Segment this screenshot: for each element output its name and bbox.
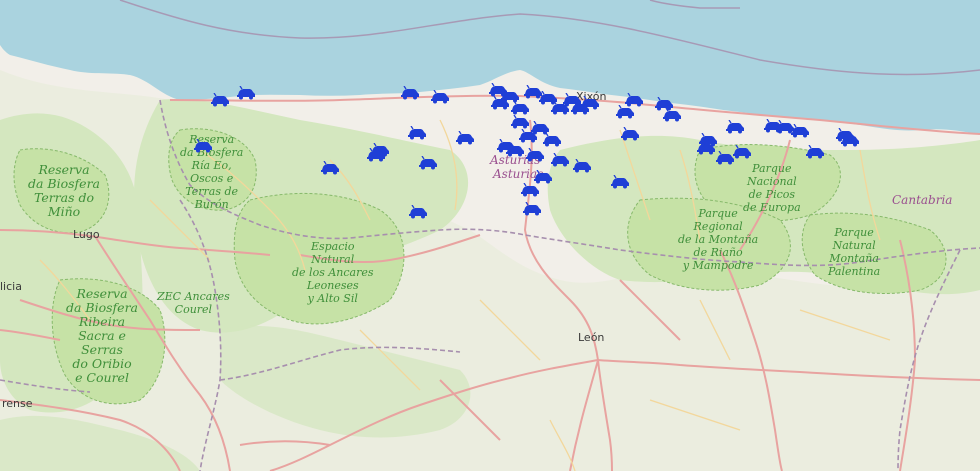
car-marker-icon[interactable] (319, 161, 341, 175)
car-marker-icon[interactable] (571, 159, 593, 173)
car-marker-icon[interactable] (697, 133, 719, 147)
car-marker-icon[interactable] (509, 101, 531, 115)
car-marker-icon[interactable] (614, 105, 636, 119)
car-marker-icon[interactable] (834, 128, 856, 142)
car-marker-icon[interactable] (407, 205, 429, 219)
car-marker-icon[interactable] (489, 96, 511, 110)
car-marker-icon[interactable] (532, 170, 554, 184)
city-leon-label: León (578, 331, 605, 344)
car-marker-icon[interactable] (399, 86, 421, 100)
car-marker-icon[interactable] (724, 120, 746, 134)
city-lugo-label: Lugo (73, 228, 100, 241)
car-marker-icon[interactable] (406, 126, 428, 140)
city-ourense-label: rense (2, 397, 33, 410)
car-marker-icon[interactable] (549, 101, 571, 115)
car-marker-icon[interactable] (209, 93, 231, 107)
map-canvas[interactable]: Reserva da Biosfera Terras do Miño Reser… (0, 0, 980, 471)
car-marker-icon[interactable] (519, 183, 541, 197)
car-marker-icon[interactable] (569, 101, 591, 115)
car-marker-icon[interactable] (789, 124, 811, 138)
parque-montana-palentina-label: Parque Natural Montaña Palentina (828, 226, 881, 278)
car-marker-icon[interactable] (235, 86, 257, 100)
espacio-natural-ancares-label: Espacio Natural de los Ancares Leoneses … (292, 240, 374, 305)
region-cantabria-label: Cantabria (892, 193, 953, 207)
parque-riano-label: Parque Regional de la Montaña de Riaño y… (678, 207, 759, 272)
car-marker-icon[interactable] (429, 90, 451, 104)
reserva-ribeira-sacra-label: Reserva da Biosfera Ribeira Sacra e Serr… (66, 286, 139, 385)
car-marker-icon[interactable] (619, 127, 641, 141)
car-marker-icon[interactable] (661, 108, 683, 122)
car-marker-icon[interactable] (504, 143, 526, 157)
car-marker-icon[interactable] (454, 131, 476, 145)
car-marker-icon[interactable] (365, 148, 387, 162)
car-marker-icon[interactable] (524, 148, 546, 162)
car-marker-icon[interactable] (731, 145, 753, 159)
car-marker-icon[interactable] (192, 139, 214, 153)
car-marker-icon[interactable] (541, 133, 563, 147)
car-marker-icon[interactable] (549, 153, 571, 167)
car-marker-icon[interactable] (521, 202, 543, 216)
reserva-terras-do-mino-label: Reserva da Biosfera Terras do Miño (28, 162, 101, 219)
car-marker-icon[interactable] (509, 115, 531, 129)
car-marker-icon[interactable] (804, 145, 826, 159)
zec-ancares-courel-label: ZEC Ancares Courel (157, 290, 230, 316)
car-marker-icon[interactable] (417, 156, 439, 170)
car-marker-icon[interactable] (609, 175, 631, 189)
region-galicia-label: licia (0, 280, 22, 293)
